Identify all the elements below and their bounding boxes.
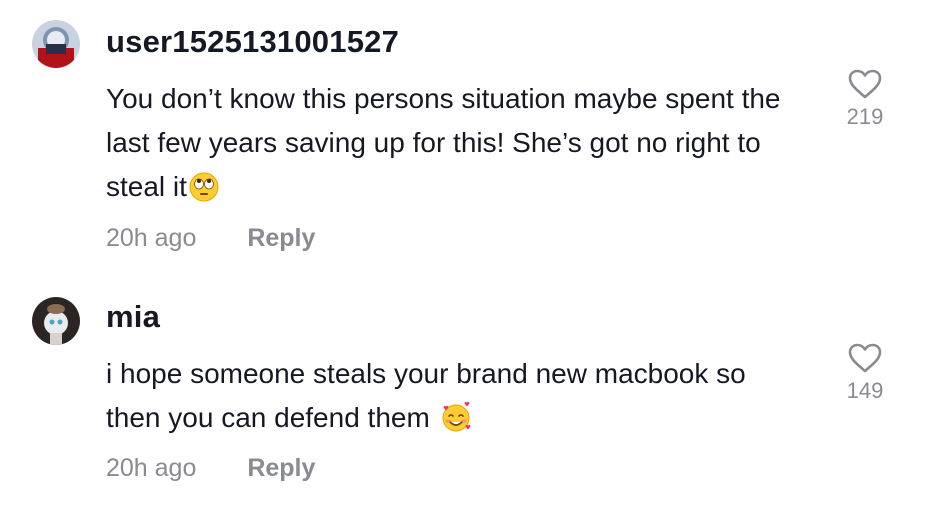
comment-text: i hope someone steals your brand new mac… [106, 352, 806, 446]
comment-meta: 20h ago Reply [106, 454, 315, 483]
like-button[interactable]: 149 [830, 342, 900, 404]
smiling-face-with-hearts-icon [440, 401, 472, 446]
face-with-rolling-eyes-icon [189, 171, 219, 215]
avatar[interactable] [32, 20, 80, 68]
like-count: 149 [846, 378, 884, 403]
comment-username[interactable]: user1525131001527 [106, 24, 399, 60]
timestamp: 20h ago [106, 224, 197, 252]
comment-item: mia i hope someone steals your brand new… [0, 280, 930, 510]
comment-item: user1525131001527 You don’t know this pe… [0, 0, 930, 270]
timestamp: 20h ago [106, 454, 197, 482]
comment-meta: 20h ago Reply [106, 224, 315, 253]
comment-text: You don’t know this persons situation ma… [106, 77, 806, 215]
comment-username[interactable]: mia [106, 299, 160, 335]
avatar[interactable] [32, 297, 80, 345]
reply-button[interactable]: Reply [247, 454, 315, 483]
like-count: 219 [846, 104, 884, 129]
heart-outline-icon[interactable] [830, 68, 900, 100]
reply-button[interactable]: Reply [247, 224, 315, 253]
like-button[interactable]: 219 [830, 68, 900, 130]
heart-outline-icon[interactable] [830, 342, 900, 374]
comment-text-content: i hope someone steals your brand new mac… [106, 358, 746, 433]
